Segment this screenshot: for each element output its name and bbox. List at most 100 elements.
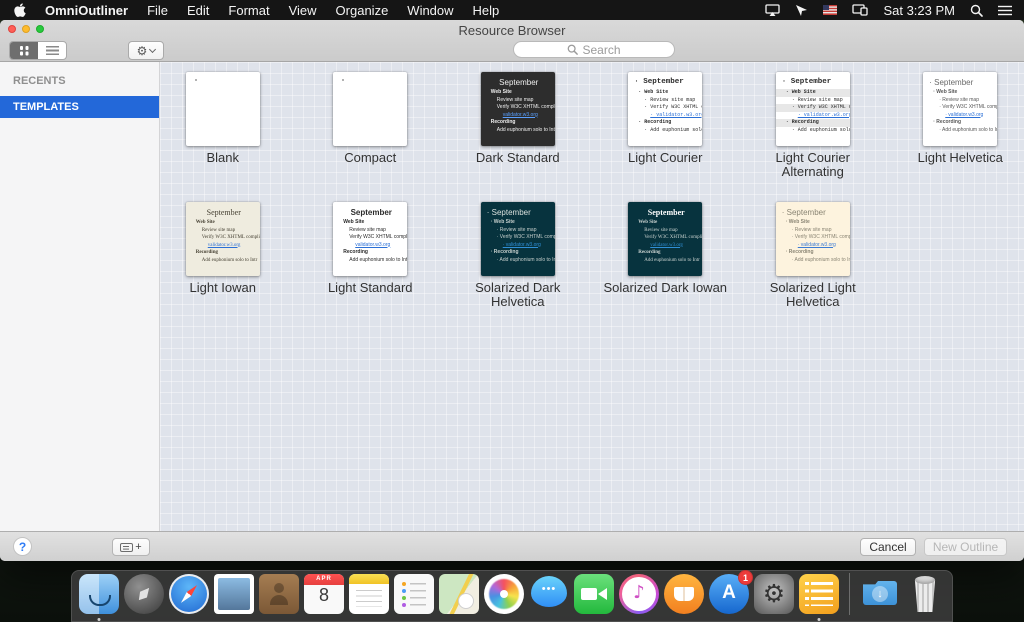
dock-downloads-icon[interactable] (860, 574, 900, 614)
template-card-light-courier-alt[interactable]: · September· Web Site· Review site map· … (743, 72, 883, 202)
us-flag-input-source-icon[interactable] (823, 5, 837, 15)
preview-line: Add euphonium solo to Intr (632, 257, 698, 265)
menu-format[interactable]: Format (228, 3, 269, 18)
grid-view-button[interactable] (10, 42, 38, 59)
apple-icon (14, 3, 26, 17)
preview-line: · Web Site (632, 89, 698, 97)
menu-file[interactable]: File (147, 3, 168, 18)
dock-itunes-icon[interactable] (619, 574, 659, 614)
sidebar-item-recents[interactable]: RECENTS (0, 70, 159, 92)
template-thumbnail: SeptemberWeb SiteReview site mapVerify W… (481, 72, 555, 146)
calendar-month-label: APR (304, 576, 344, 582)
menu-bar-clock[interactable]: Sat 3:23 PM (883, 3, 955, 18)
template-thumbnail: SeptemberWeb SiteReview site mapVerify W… (333, 202, 407, 276)
list-view-button[interactable] (38, 42, 66, 59)
menu-window[interactable]: Window (407, 3, 453, 18)
cancel-button[interactable]: Cancel (860, 538, 916, 556)
preview-line: September (485, 77, 551, 88)
preview-line: · September (780, 207, 846, 218)
help-button[interactable]: ? (13, 537, 32, 556)
template-card-blank[interactable]: Blank (160, 72, 293, 202)
template-label: Light Standard (302, 281, 438, 295)
airplay-display-icon[interactable] (765, 4, 780, 16)
dock-contacts-icon[interactable] (259, 574, 299, 614)
action-menu-button[interactable]: ⚙ (128, 41, 164, 60)
preview-line: · Recording (776, 119, 850, 127)
presenter-pointer-icon[interactable] (795, 4, 808, 16)
template-card-solarized-dark-iowan[interactable]: SeptemberWeb SiteReview site mapVerify W… (595, 202, 735, 332)
dock-reminders-icon[interactable] (394, 574, 434, 614)
dock: APR 8 1 (71, 570, 953, 622)
new-outline-button[interactable]: New Outline (924, 538, 1007, 556)
preview-line: · validator.w3.org (632, 112, 698, 120)
apple-menu[interactable] (14, 3, 26, 17)
dock-trash-icon[interactable] (905, 574, 945, 614)
preview-line: Review site map (632, 227, 698, 235)
template-card-dark-standard[interactable]: SeptemberWeb SiteReview site mapVerify W… (448, 72, 588, 202)
preview-line: Verify W3C XHTML compli (485, 104, 551, 112)
sidebar-recents-label: RECENTS (13, 75, 66, 87)
dock-notes-icon[interactable] (349, 574, 389, 614)
dock-sysprefs-icon[interactable] (754, 574, 794, 614)
menu-help[interactable]: Help (473, 3, 500, 18)
template-card-light-standard[interactable]: SeptemberWeb SiteReview site mapVerify W… (300, 202, 440, 332)
preview-line: September (632, 207, 698, 218)
preview-line: Verify W3C XHTML compli (190, 234, 256, 242)
preview-line: · validator.w3.org (776, 112, 850, 120)
template-thumbnail: · September· Web Site· Review site map· … (923, 72, 997, 146)
dock-ibooks-icon[interactable] (664, 574, 704, 614)
dock-safari-icon[interactable] (169, 574, 209, 614)
search-placeholder: Search (582, 43, 620, 57)
template-label: Light Courier Alternating (745, 151, 881, 179)
displays-icon[interactable] (852, 4, 868, 16)
calendar-day-label: 8 (304, 585, 344, 606)
template-thumbnail: · September· Web Site· Review site map· … (481, 202, 555, 276)
preview-line: · Web Site (927, 89, 993, 97)
dock-calendar-icon[interactable]: APR 8 (304, 574, 344, 614)
menu-items: File Edit Format View Organize Window Help (147, 3, 499, 18)
notification-center-icon[interactable] (998, 5, 1012, 16)
title-bar[interactable]: Resource Browser ⚙ Search (0, 20, 1024, 62)
preview-line: · Add euphonium solo to Intr (632, 127, 698, 135)
template-card-solarized-light-helvetica[interactable]: · September· Web Site· Review site map· … (743, 202, 883, 332)
template-card-light-courier[interactable]: · September· Web Site· Review site map· … (595, 72, 735, 202)
template-thumbnail: · September· Web Site· Review site map· … (628, 72, 702, 146)
add-template-button[interactable]: + (112, 538, 150, 556)
dock-maps-icon[interactable] (439, 574, 479, 614)
template-card-light-helvetica[interactable]: · September· Web Site· Review site map· … (890, 72, 1024, 202)
preview-line: · Recording (780, 249, 846, 257)
window-title: Resource Browser (0, 23, 1024, 38)
preview-line: · Add euphonium solo to Intr (776, 127, 850, 135)
search-input[interactable]: Search (513, 41, 675, 58)
template-thumbnail (333, 72, 407, 146)
plus-label: + (135, 542, 141, 553)
menu-view[interactable]: View (289, 3, 317, 18)
sidebar-item-templates[interactable]: TEMPLATES (0, 96, 159, 118)
template-label: Compact (302, 151, 438, 165)
template-card-solarized-dark-helvetica[interactable]: · September· Web Site· Review site map· … (448, 202, 588, 332)
preview-line: September (190, 207, 256, 218)
dock-appstore-icon[interactable]: 1 (709, 574, 749, 614)
dock-divider (849, 573, 850, 615)
preview-line: Review site map (485, 97, 551, 105)
dock-omnioutliner-icon[interactable] (799, 574, 839, 614)
dock-facetime-icon[interactable] (574, 574, 614, 614)
running-indicator-dot (98, 618, 101, 621)
dock-finder-icon[interactable] (79, 574, 119, 614)
preview-line: · validator.w3.org (780, 242, 846, 250)
grid-view-icon (20, 46, 29, 55)
dock-messages-icon[interactable] (529, 574, 569, 614)
app-menu-title[interactable]: OmniOutliner (45, 3, 128, 18)
preview-line: Review site map (190, 227, 256, 235)
menu-edit[interactable]: Edit (187, 3, 209, 18)
preview-line: validator.w3.org (485, 112, 551, 120)
template-card-compact[interactable]: Compact (300, 72, 440, 202)
preview-line: · Review site map (780, 227, 846, 235)
dock-photos-icon[interactable] (484, 574, 524, 614)
spotlight-search-icon[interactable] (970, 4, 983, 17)
dock-launchpad-icon[interactable] (124, 574, 164, 614)
dock-mail-icon[interactable] (214, 574, 254, 614)
template-card-light-iowan[interactable]: SeptemberWeb SiteReview site mapVerify W… (160, 202, 293, 332)
menu-organize[interactable]: Organize (336, 3, 389, 18)
desktop: OmniOutliner File Edit Format View Organize W… (0, 0, 1024, 622)
